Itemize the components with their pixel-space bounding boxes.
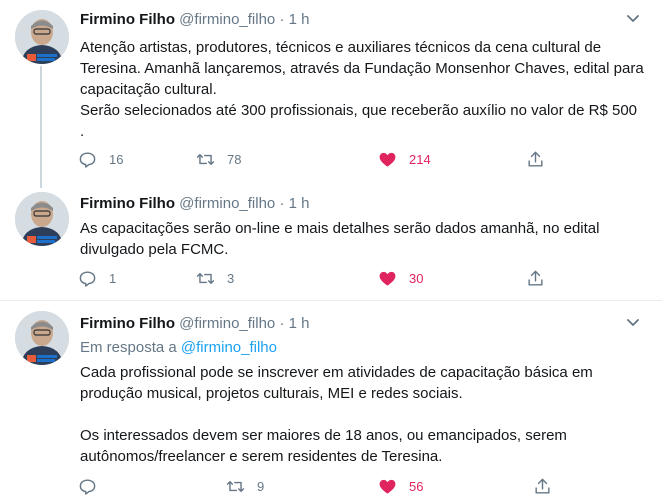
like-icon — [379, 152, 396, 167]
like-icon — [379, 479, 396, 494]
reply-icon — [79, 152, 96, 168]
author-name[interactable]: Firmino Filho — [80, 315, 175, 332]
timestamp[interactable]: 1 h — [289, 315, 310, 332]
tweet-header: Firmino Filho @firmino_filho · 1 h — [80, 314, 309, 334]
like-count: 214 — [409, 152, 431, 167]
share-icon — [535, 478, 550, 494]
avatar[interactable] — [15, 192, 69, 246]
retweet-count: 3 — [227, 271, 235, 286]
like-button[interactable]: 56 — [378, 477, 423, 496]
like-icon — [379, 271, 396, 286]
author-name[interactable]: Firmino Filho — [80, 11, 175, 28]
timestamp[interactable]: 1 h — [289, 11, 310, 28]
like-button[interactable]: 30 — [378, 269, 423, 288]
reply-count: 1 — [109, 271, 117, 286]
tweet-header: Firmino Filho @firmino_filho · 1 h — [80, 10, 309, 30]
reply-icon — [79, 271, 96, 287]
author-name[interactable]: Firmino Filho — [80, 195, 175, 212]
action-bar: 16 78 214 — [78, 150, 548, 172]
reply-prefix: Em resposta a — [80, 339, 177, 356]
action-bar: 1 3 30 — [78, 269, 548, 291]
retweet-icon — [196, 154, 215, 165]
share-button[interactable] — [533, 477, 564, 496]
separator-dot: · — [279, 11, 285, 28]
reply-mention-link[interactable]: @firmino_filho — [181, 339, 277, 356]
separator-dot: · — [279, 315, 285, 332]
reply-button[interactable]: 16 — [78, 150, 123, 169]
chevron-down-icon[interactable] — [626, 318, 640, 328]
retweet-button[interactable]: 9 — [226, 477, 264, 496]
share-button[interactable] — [526, 269, 557, 288]
reply-context: Em resposta a @firmino_filho — [80, 338, 277, 358]
retweet-count: 78 — [227, 152, 242, 167]
tweet-2[interactable]: Firmino Filho @firmino_filho · 1 h As ca… — [0, 185, 662, 295]
chevron-down-icon[interactable] — [626, 14, 640, 24]
share-icon — [528, 151, 543, 167]
author-handle[interactable]: @firmino_filho — [179, 195, 275, 212]
retweet-button[interactable]: 78 — [196, 150, 241, 169]
tweet-1[interactable]: Firmino Filho @firmino_filho · 1 h Atenç… — [0, 0, 662, 188]
share-icon — [528, 270, 543, 286]
tweet-text: As capacitações serão on-line e mais det… — [80, 220, 600, 258]
avatar-photo-icon — [15, 10, 69, 64]
share-button[interactable] — [526, 150, 557, 169]
retweet-icon — [196, 273, 215, 284]
action-bar: 9 56 — [78, 477, 550, 499]
retweet-icon — [226, 481, 245, 492]
timestamp[interactable]: 1 h — [289, 195, 310, 212]
retweet-button[interactable]: 3 — [196, 269, 234, 288]
reply-count: 16 — [109, 152, 124, 167]
reply-icon — [79, 479, 96, 495]
tweet-3[interactable]: Firmino Filho @firmino_filho · 1 h Em re… — [0, 301, 662, 502]
like-count: 56 — [409, 479, 424, 494]
tweet-header: Firmino Filho @firmino_filho · 1 h — [80, 194, 309, 214]
separator-dot: · — [279, 195, 285, 212]
tweet-text: Atenção artistas, produtores, técnicos e… — [80, 39, 644, 140]
thread-line — [40, 66, 42, 188]
avatar[interactable] — [15, 10, 69, 64]
reply-button[interactable] — [78, 477, 109, 496]
tweet-text: Cada profissional pode se inscrever em a… — [80, 364, 593, 465]
avatar[interactable] — [15, 311, 69, 365]
like-button[interactable]: 214 — [378, 150, 431, 169]
avatar-photo-icon — [15, 192, 69, 246]
reply-button[interactable]: 1 — [78, 269, 116, 288]
retweet-count: 9 — [257, 479, 265, 494]
author-handle[interactable]: @firmino_filho — [179, 11, 275, 28]
like-count: 30 — [409, 271, 424, 286]
avatar-photo-icon — [15, 311, 69, 365]
author-handle[interactable]: @firmino_filho — [179, 315, 275, 332]
